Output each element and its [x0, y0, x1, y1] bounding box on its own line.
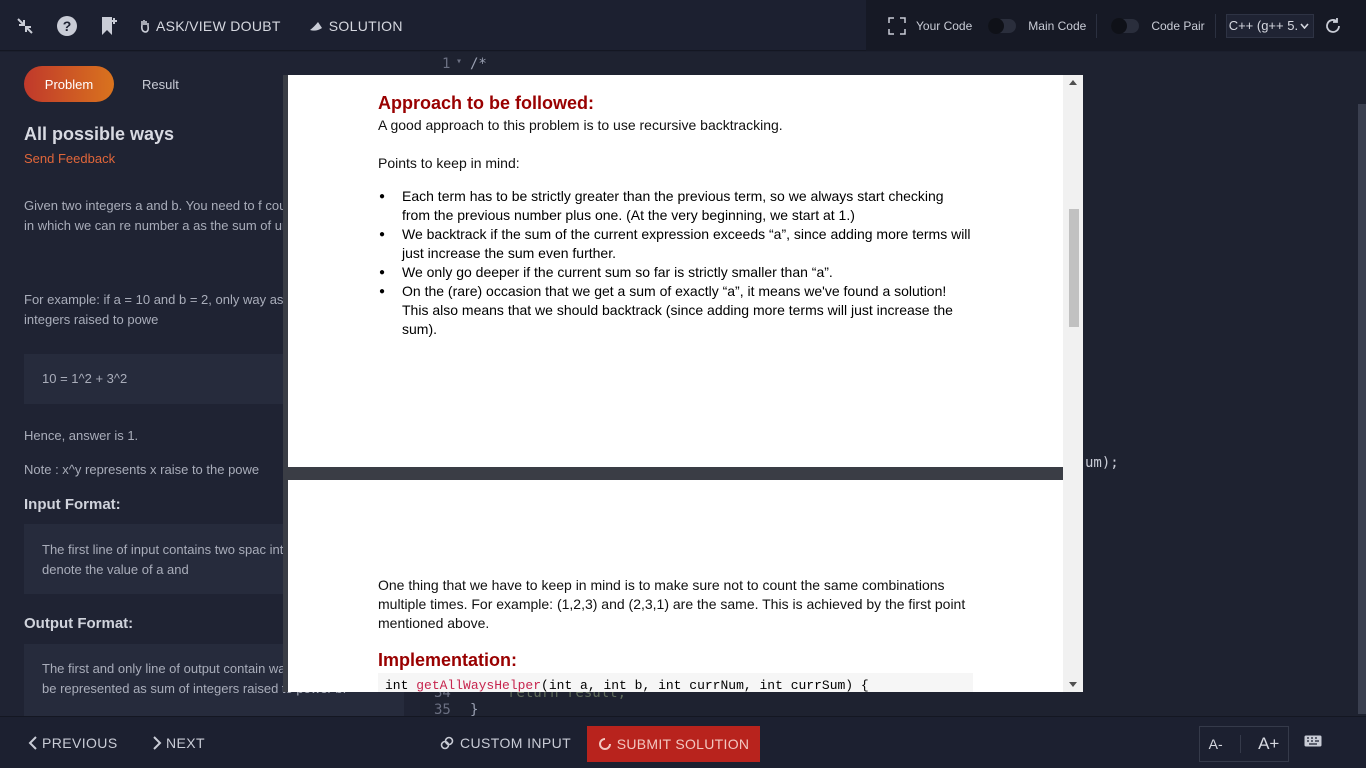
keyboard-icon[interactable] — [1304, 734, 1322, 752]
help-icon[interactable]: ? — [56, 15, 78, 37]
code-pair-toggle[interactable] — [1111, 17, 1140, 34]
fullscreen-icon[interactable] — [886, 15, 908, 37]
collapse-icon[interactable] — [14, 15, 36, 37]
scroll-down-icon[interactable] — [1069, 682, 1077, 687]
previous-label: PREVIOUS — [42, 735, 118, 751]
previous-button[interactable]: PREVIOUS — [28, 717, 118, 768]
bottom-bar: PREVIOUS NEXT CUSTOM INPUT SUBMIT SOLUTI… — [0, 716, 1366, 768]
solution-label: SOLUTION — [328, 17, 403, 34]
hand-icon — [141, 19, 149, 33]
code-pair-label: Code Pair — [1151, 18, 1205, 33]
your-code-label: Your Code — [916, 18, 973, 33]
font-size-control: A- A+ — [1199, 726, 1289, 762]
custom-input-label: CUSTOM INPUT — [460, 735, 572, 751]
list-item: On the (rare) occasion that we get a sum… — [379, 282, 972, 339]
list-item: We only go deeper if the current sum so … — [379, 263, 972, 282]
editor-scrollbar[interactable] — [1358, 104, 1366, 714]
language-select[interactable]: C++ (g++ 5. — [1225, 13, 1314, 38]
code-function-name: getAllWaysHelper — [416, 678, 542, 692]
font-increase-button[interactable]: A+ — [1258, 734, 1279, 754]
line-number: 1 — [442, 56, 451, 72]
solution-page: Approach to be followed: A good approach… — [288, 75, 1063, 467]
code-view-toggle[interactable] — [988, 17, 1017, 34]
list-item: We backtrack if the sum of the current e… — [379, 225, 972, 263]
tab-problem[interactable]: Problem — [24, 66, 114, 102]
implementation-heading: Implementation: — [378, 650, 518, 670]
font-decrease-button[interactable]: A- — [1209, 736, 1223, 752]
ask-doubt-link[interactable]: ASK/VIEW DOUBT — [140, 18, 281, 34]
code-keyword: int — [385, 678, 417, 692]
divider — [1096, 13, 1098, 38]
scroll-thumb[interactable] — [1069, 209, 1079, 327]
send-feedback-link[interactable]: Send Feedback — [24, 151, 115, 166]
editor-tools: Your Code Main Code Code Pair C++ (g++ 5… — [866, 0, 1366, 51]
list-item: Each term has to be strictly greater tha… — [379, 187, 972, 225]
next-label: NEXT — [166, 735, 205, 751]
chevron-right-icon — [153, 736, 162, 750]
reset-icon[interactable] — [1322, 15, 1344, 37]
chevron-left-icon — [28, 736, 37, 750]
custom-input-button[interactable]: CUSTOM INPUT — [440, 717, 571, 768]
spinner-icon — [598, 738, 611, 750]
bookmark-add-icon[interactable] — [98, 15, 120, 37]
divider — [1239, 735, 1241, 753]
combinations-text: One thing that we have to keep in mind i… — [378, 577, 966, 631]
code-params: (int a, int b, int currNum, int currSum)… — [541, 678, 869, 692]
main-code-label: Main Code — [1028, 18, 1087, 33]
language-value: C++ (g++ 5. — [1228, 18, 1299, 33]
next-button[interactable]: NEXT — [152, 717, 205, 768]
solution-viewer[interactable]: Approach to be followed: A good approach… — [283, 75, 1083, 692]
solution-link[interactable]: SOLUTION — [309, 18, 403, 34]
chevron-down-icon — [1300, 22, 1309, 29]
link-icon — [440, 736, 454, 750]
top-left-tools: ? ASK/VIEW DOUBT SOLUTION — [14, 0, 431, 51]
solution-icon — [309, 21, 322, 31]
divider — [1214, 13, 1216, 38]
code-snippet: int getAllWaysHelper(int a, int b, int c… — [378, 673, 973, 692]
code-fragment: um); — [1085, 455, 1119, 471]
submit-solution-button[interactable]: SUBMIT SOLUTION — [587, 726, 760, 762]
ask-doubt-label: ASK/VIEW DOUBT — [156, 17, 281, 34]
approach-heading: Approach to be followed: — [378, 93, 594, 113]
input-format-heading: Input Format: — [24, 496, 121, 513]
problem-tabs: Problem Result — [24, 66, 179, 102]
solution-page: One thing that we have to keep in mind i… — [288, 480, 1063, 692]
top-bar: ? ASK/VIEW DOUBT SOLUTION Your Code Main… — [0, 0, 1366, 51]
output-format-heading: Output Format: — [24, 615, 134, 632]
viewer-scrollbar[interactable] — [1063, 75, 1083, 692]
points-heading: Points to keep in mind: — [378, 155, 520, 171]
problem-title: All possible ways — [24, 124, 175, 144]
fold-arrow-icon[interactable]: ▾ — [456, 56, 462, 67]
code-line: /* — [470, 56, 487, 72]
approach-text: A good approach to this problem is to us… — [378, 117, 783, 133]
points-list: Each term has to be strictly greater tha… — [379, 187, 972, 339]
scroll-up-icon[interactable] — [1069, 80, 1077, 85]
submit-label: SUBMIT SOLUTION — [616, 736, 750, 752]
svg-text:?: ? — [63, 18, 72, 34]
example-expression: 10 = 1^2 + 3^2 — [42, 371, 128, 386]
tab-result[interactable]: Result — [142, 77, 179, 92]
